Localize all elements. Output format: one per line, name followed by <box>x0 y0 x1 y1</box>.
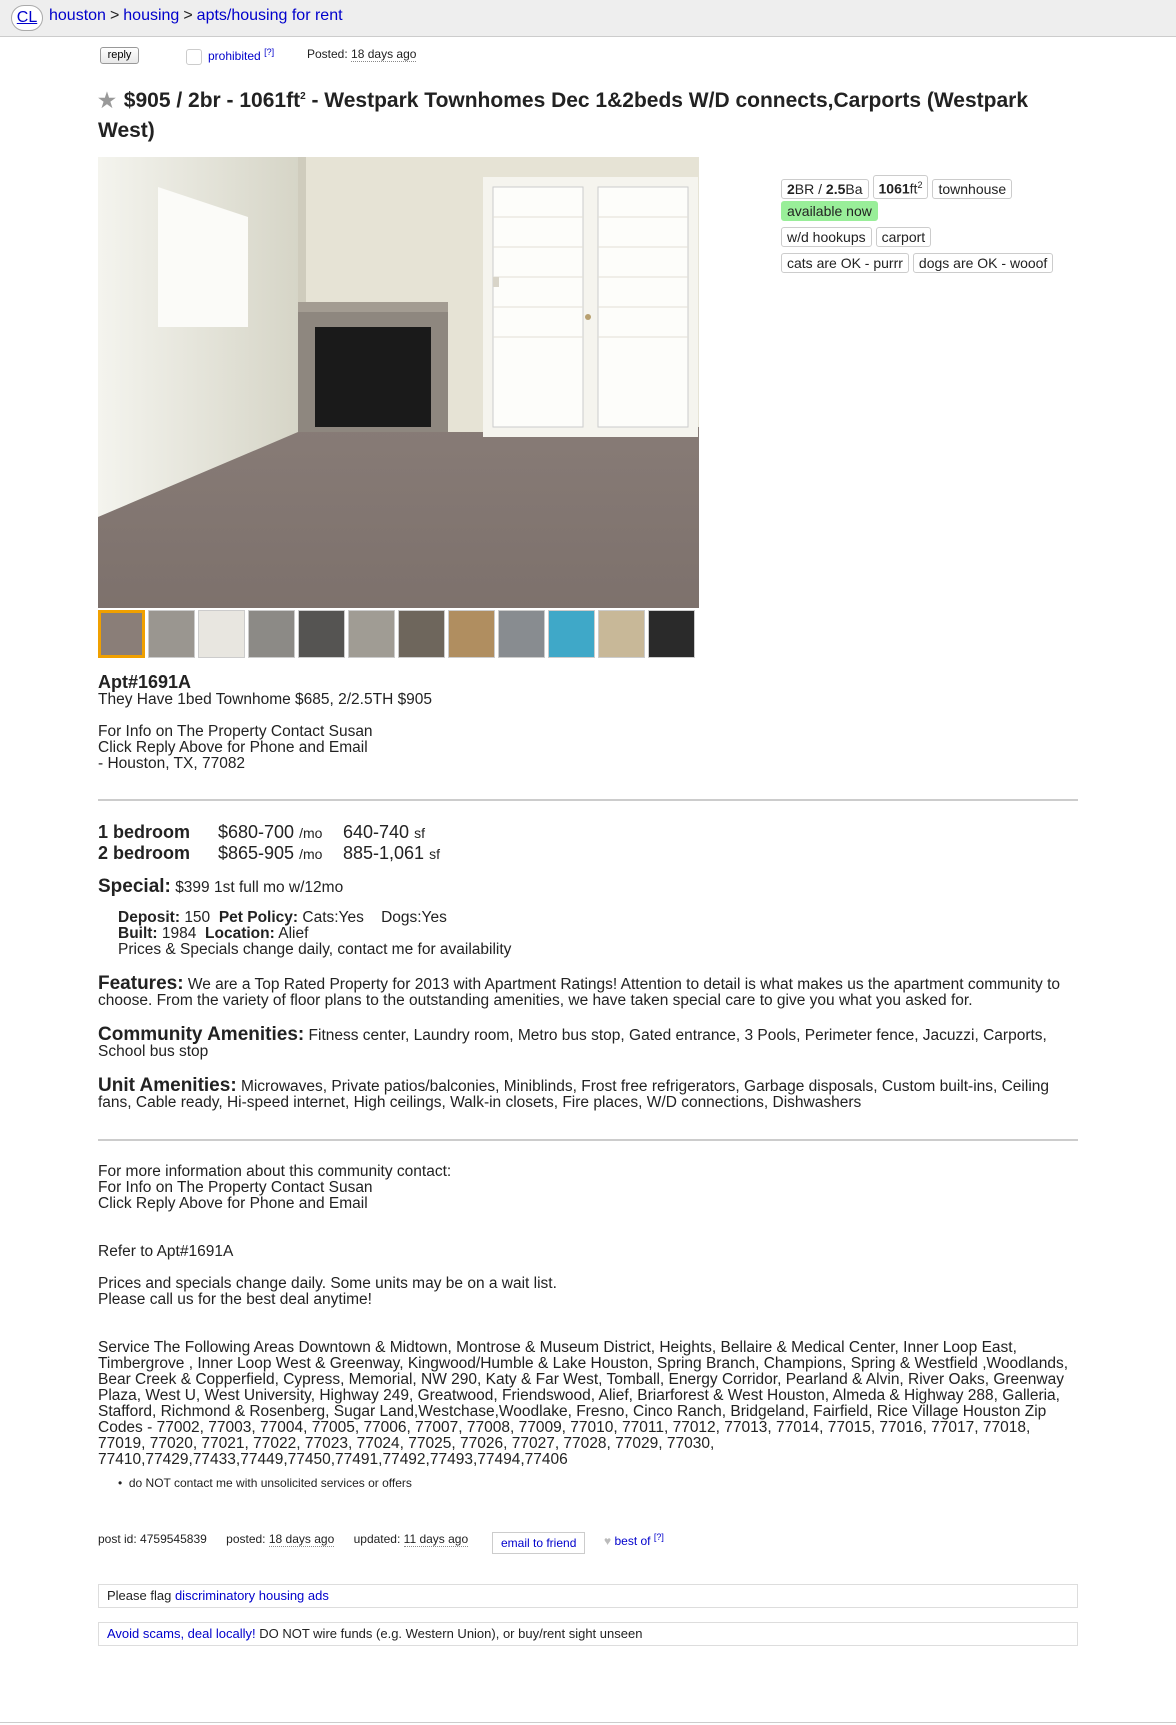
help-link[interactable]: [?] <box>654 1532 664 1542</box>
post-meta-footer: post id: 4759545839 posted: 18 days ago … <box>98 1532 1078 1554</box>
thumbnail-1[interactable] <box>98 610 145 658</box>
main-photo[interactable] <box>98 157 699 608</box>
contact-line-3: - Houston, TX, 77082 <box>98 755 246 772</box>
posted-meta: posted: 18 days ago <box>226 1532 335 1547</box>
apartment-number: Apt#1691A <box>98 672 192 692</box>
thumbnail-4[interactable] <box>248 610 295 658</box>
posted-value: 18 days ago <box>351 47 417 62</box>
discriminatory-ads-link[interactable]: discriminatory housing ads <box>175 1588 329 1603</box>
heart-icon[interactable]: ♥ <box>604 1534 611 1548</box>
availability-tag: available now <box>781 201 878 221</box>
help-link[interactable]: [?] <box>264 47 274 57</box>
property-details: Deposit: 150 Pet Policy: Cats:Yes Dogs:Y… <box>118 909 512 958</box>
more-info-section: For more information about this communit… <box>98 1163 452 1212</box>
posting-body: Apt#1691A They Have 1bed Townhome $685, … <box>98 672 1078 772</box>
thumbnail-10[interactable] <box>548 610 595 658</box>
breadcrumb-separator: > <box>109 7 120 24</box>
post-id: post id: 4759545839 <box>98 1532 207 1546</box>
thumbnail-12[interactable] <box>648 610 695 658</box>
unit-amenities-section: Unit Amenities: Microwaves, Private pati… <box>98 1075 1050 1111</box>
post-info-bar: reply prohibited [?] Posted: 18 days ago <box>98 46 1098 66</box>
top-bar: CL houston > housing > apts/housing for rent <box>0 0 1176 37</box>
pricing-row: 2 bedroom $865-905 /mo 885-1,061 sf <box>98 843 440 863</box>
housing-type-tag: townhouse <box>932 178 1013 199</box>
divider <box>98 1139 1078 1141</box>
refer-line: Refer to Apt#1691A <box>98 1243 234 1260</box>
email-to-friend-button[interactable]: email to friend <box>492 1532 586 1554</box>
pricing-row: 1 bedroom $680-700 /mo 640-740 sf <box>98 822 425 842</box>
thumbnail-3[interactable] <box>198 610 245 658</box>
updated-meta: updated: 11 days ago <box>353 1532 469 1547</box>
posted-date: Posted: 18 days ago <box>307 47 417 62</box>
posting-title: ★ $905 / 2br - 1061ft2 - Westpark Townho… <box>98 89 1029 142</box>
prohibited-link[interactable]: prohibited <box>208 49 261 63</box>
scam-notice: Avoid scams, deal locally! DO NOT wire f… <box>98 1622 1078 1646</box>
living-room-image <box>98 157 699 608</box>
title-size: 1061ft <box>239 89 301 112</box>
laundry-tag: w/d hookups <box>781 227 872 247</box>
special-offer: Special: $399 1st full mo w/12mo <box>98 876 344 897</box>
flag-checkbox[interactable] <box>186 49 202 65</box>
dogs-tag: dogs are OK - wooof <box>912 253 1054 273</box>
bullet-icon: • <box>118 1476 123 1490</box>
body-line-1: They Have 1bed Townhome $685, 2/2.5TH $9… <box>98 691 433 708</box>
best-of-link[interactable]: best of <box>614 1534 650 1548</box>
thumbnail-8[interactable] <box>448 610 495 658</box>
thumbnail-strip <box>98 610 699 660</box>
thumbnail-5[interactable] <box>298 610 345 658</box>
attribute-group: 2BR / 2.5Ba 1061ft2 townhouse available no… <box>781 175 1081 279</box>
divider <box>98 799 1078 801</box>
notices-list: • do NOT contact me with unsolicited ser… <box>118 1476 412 1490</box>
contact-line-2: Click Reply Above for Phone and Email <box>98 739 368 756</box>
thumbnail-2[interactable] <box>148 610 195 658</box>
community-amenities-section: Community Amenities: Fitness center, Lau… <box>98 1024 1047 1060</box>
breadcrumb-apts-housing[interactable]: apts/housing for rent <box>197 7 343 24</box>
title-size-sup: 2 <box>300 91 306 102</box>
pricing-table: 1 bedroom $680-700 /mo 640-740 sf 2 bedroo… <box>98 822 440 864</box>
avoid-scams-link[interactable]: Avoid scams, deal locally! <box>107 1626 256 1641</box>
flag-notice: Please flag discriminatory housing ads <box>98 1584 1078 1608</box>
thumbnail-9[interactable] <box>498 610 545 658</box>
craigslist-logo[interactable]: CL <box>11 5 43 31</box>
thumbnail-11[interactable] <box>598 610 645 658</box>
notice-item: do NOT contact me with unsolicited servi… <box>128 1476 412 1490</box>
breadcrumb-separator: > <box>183 7 193 24</box>
prohibited-flag: prohibited [?] <box>208 47 274 63</box>
thumbnail-7[interactable] <box>398 610 445 658</box>
bed-bath-tag: 2BR / 2.5Ba <box>781 178 869 199</box>
reply-button[interactable]: reply <box>100 47 139 64</box>
parking-tag: carport <box>875 227 932 247</box>
cats-tag: cats are OK - purrr <box>781 253 909 273</box>
service-areas: Service The Following Areas Downtown & M… <box>98 1339 1069 1468</box>
title-beds: 2br <box>188 89 221 112</box>
title-text: - Westpark Townhomes Dec 1&2beds W/D con… <box>311 89 922 112</box>
title-price: $905 <box>123 89 171 112</box>
breadcrumb-housing[interactable]: housing <box>123 7 179 24</box>
breadcrumb: houston > housing > apts/housing for rent <box>49 7 343 25</box>
features-section: Features: We are a Top Rated Property fo… <box>98 973 1061 1009</box>
favorite-star-icon[interactable]: ★ <box>98 90 116 112</box>
best-of-group: ♥ best of [?] <box>604 1532 664 1548</box>
wait-list-note: Prices and specials change daily. Some u… <box>98 1275 557 1308</box>
page-footer-divider <box>0 1722 1176 1723</box>
sqft-tag: 1061ft2 <box>872 175 929 199</box>
breadcrumb-houston[interactable]: houston <box>49 7 106 24</box>
posted-label: Posted: <box>307 47 348 61</box>
thumbnail-6[interactable] <box>348 610 395 658</box>
contact-line-1: For Info on The Property Contact Susan <box>98 723 373 740</box>
